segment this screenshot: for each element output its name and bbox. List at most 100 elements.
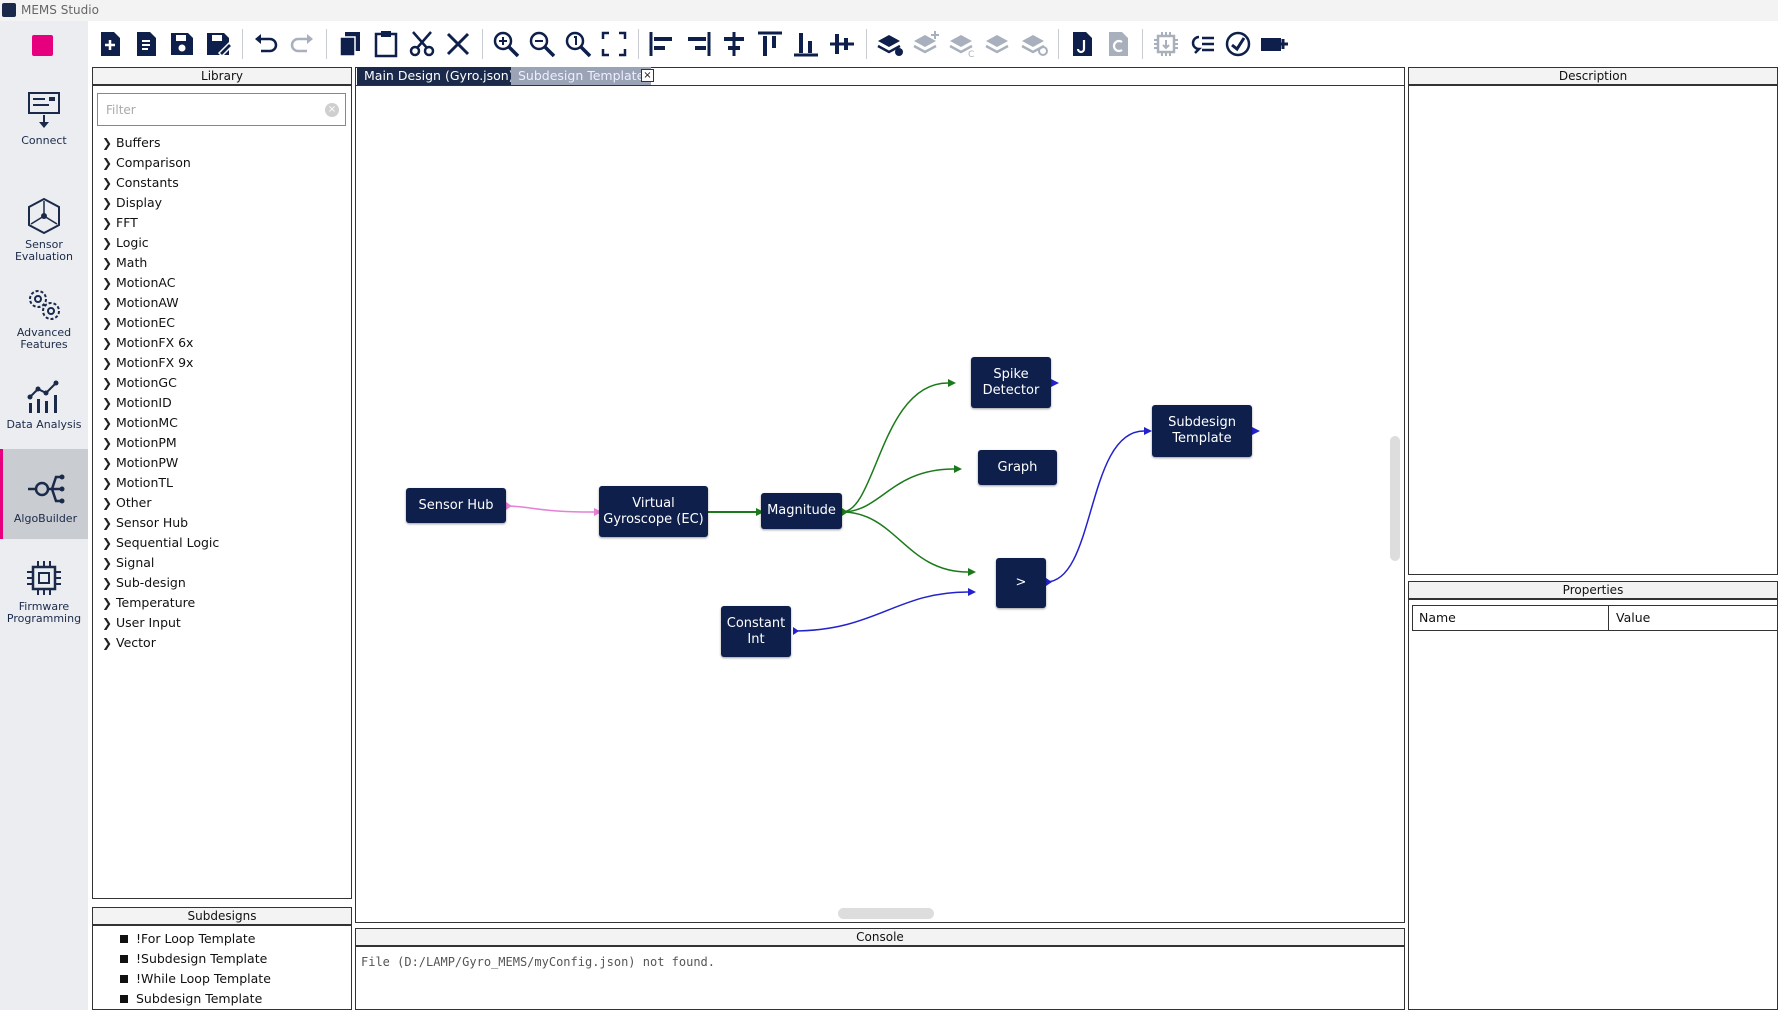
chevron-right-icon: ❯ bbox=[102, 136, 113, 150]
library-item-fft[interactable]: ❯ FFT bbox=[102, 214, 219, 234]
node-greater-than[interactable]: > bbox=[996, 558, 1046, 608]
node-constant-int[interactable]: Constant Int bbox=[721, 606, 791, 657]
align-right-button[interactable] bbox=[683, 29, 713, 59]
delete-button[interactable] bbox=[443, 29, 473, 59]
library-item-motionfx-9x[interactable]: ❯ MotionFX 9x bbox=[102, 354, 219, 374]
tab-subdesign-template[interactable]: Subdesign Template bbox=[511, 67, 652, 85]
json-file-button[interactable] bbox=[1067, 29, 1097, 59]
new-design-button[interactable] bbox=[95, 29, 125, 59]
firmware-button[interactable] bbox=[1151, 29, 1181, 59]
design-canvas[interactable]: Sensor Hub Virtual Gyroscope (EC) Magnitu… bbox=[355, 85, 1405, 923]
align-center-h-button[interactable] bbox=[719, 29, 749, 59]
library-item-comparison[interactable]: ❯ Comparison bbox=[102, 154, 219, 174]
library-item-vector[interactable]: ❯ Vector bbox=[102, 634, 219, 654]
library-item-motionec[interactable]: ❯ MotionEC bbox=[102, 314, 219, 334]
new-file-button[interactable] bbox=[131, 29, 161, 59]
layers-add-button[interactable] bbox=[911, 29, 941, 59]
node-graph[interactable]: Graph bbox=[978, 450, 1057, 485]
library-item-buffers[interactable]: ❯ Buffers bbox=[102, 134, 219, 154]
library-item-motionfx-6x[interactable]: ❯ MotionFX 6x bbox=[102, 334, 219, 354]
properties-column-value[interactable]: Value bbox=[1610, 606, 1650, 630]
paste-button[interactable] bbox=[371, 29, 401, 59]
c-file-icon bbox=[1109, 32, 1128, 56]
cut-button[interactable] bbox=[407, 29, 437, 59]
align-left-button[interactable] bbox=[647, 29, 677, 59]
library-item-motionid[interactable]: ❯ MotionID bbox=[102, 394, 219, 414]
toolbar-separator bbox=[326, 29, 327, 59]
library-item-constants[interactable]: ❯ Constants bbox=[102, 174, 219, 194]
library-item-other[interactable]: ❯ Other bbox=[102, 494, 219, 514]
align-top-button[interactable] bbox=[755, 29, 785, 59]
library-item-sequential-logic[interactable]: ❯ Sequential Logic bbox=[102, 534, 219, 554]
add-device-button[interactable] bbox=[1259, 29, 1289, 59]
layers-c-button[interactable]: C bbox=[947, 29, 977, 60]
layers-build-button[interactable] bbox=[875, 29, 905, 59]
library-item-user-input[interactable]: ❯ User Input bbox=[102, 614, 219, 634]
nav-item-sensor-evaluation[interactable]: Sensor Evaluation bbox=[0, 173, 88, 265]
library-item-motionac[interactable]: ❯ MotionAC bbox=[102, 274, 219, 294]
library-item-logic[interactable]: ❯ Logic bbox=[102, 234, 219, 254]
subdesign-item[interactable]: !While Loop Template bbox=[120, 970, 271, 990]
layers-button[interactable] bbox=[983, 29, 1013, 59]
c-file-button[interactable] bbox=[1103, 29, 1133, 59]
node-magnitude[interactable]: Magnitude bbox=[761, 493, 842, 529]
node-subdesign-template[interactable]: Subdesign Template bbox=[1152, 405, 1252, 457]
run-button[interactable] bbox=[1223, 29, 1253, 59]
save-as-button[interactable] bbox=[203, 29, 234, 59]
nav-item-data-analysis[interactable]: Data Analysis bbox=[0, 357, 88, 449]
library-item-label: Buffers bbox=[116, 135, 161, 150]
library-item-motionaw[interactable]: ❯ MotionAW bbox=[102, 294, 219, 314]
chevron-right-icon: ❯ bbox=[102, 456, 113, 470]
library-item-motionpw[interactable]: ❯ MotionPW bbox=[102, 454, 219, 474]
library-item-display[interactable]: ❯ Display bbox=[102, 194, 219, 214]
redo-button[interactable] bbox=[287, 29, 317, 59]
library-filter-input[interactable]: Filter × bbox=[97, 93, 346, 126]
library-item-sensor-hub[interactable]: ❯ Sensor Hub bbox=[102, 514, 219, 534]
node-label: > bbox=[1015, 575, 1027, 590]
align-bottom-button[interactable] bbox=[791, 29, 821, 59]
library-item-label: Temperature bbox=[116, 595, 196, 610]
nav-item-algobuilder[interactable]: AlgoBuilder bbox=[0, 449, 88, 539]
node-virtual-gyroscope[interactable]: Virtual Gyroscope (EC) bbox=[599, 486, 708, 537]
subdesign-item[interactable]: !Subdesign Template bbox=[120, 950, 271, 970]
tab-close-icon[interactable]: × bbox=[641, 69, 654, 82]
nav-item-connect[interactable]: Connect bbox=[0, 83, 88, 173]
zoom-reset-button[interactable] bbox=[563, 29, 593, 59]
clear-filter-icon[interactable]: × bbox=[325, 103, 339, 117]
properties-header: Properties bbox=[1408, 581, 1778, 599]
canvas-vertical-scrollbar[interactable] bbox=[1390, 436, 1400, 561]
library-item-motiontl[interactable]: ❯ MotionTL bbox=[102, 474, 219, 494]
align-top-icon bbox=[758, 31, 782, 56]
subdesign-item[interactable]: Subdesign Template bbox=[120, 990, 271, 1010]
library-item-temperature[interactable]: ❯ Temperature bbox=[102, 594, 219, 614]
copy-button[interactable] bbox=[335, 29, 365, 59]
node-label: Detector bbox=[982, 382, 1040, 398]
zoom-in-button[interactable] bbox=[491, 29, 521, 59]
library-item-label: Math bbox=[116, 255, 148, 270]
tab-main-design[interactable]: Main Design (Gyro.json) bbox=[357, 67, 521, 85]
node-label: Spike bbox=[993, 366, 1029, 382]
zoom-out-button[interactable] bbox=[527, 29, 557, 59]
save-button[interactable] bbox=[167, 29, 197, 59]
layers-back-button[interactable] bbox=[1019, 29, 1049, 59]
nav-item-advanced-features[interactable]: Advanced Features bbox=[0, 265, 88, 357]
properties-column-name[interactable]: Name bbox=[1413, 606, 1609, 630]
library-item-math[interactable]: ❯ Math bbox=[102, 254, 219, 274]
library-item-motionpm[interactable]: ❯ MotionPM bbox=[102, 434, 219, 454]
node-sensor-hub[interactable]: Sensor Hub bbox=[406, 488, 506, 523]
library-item-motiongc[interactable]: ❯ MotionGC bbox=[102, 374, 219, 394]
delete-icon bbox=[446, 32, 470, 56]
library-item-motionmc[interactable]: ❯ MotionMC bbox=[102, 414, 219, 434]
nav-item-firmware-programming[interactable]: Firmware Programming bbox=[0, 539, 88, 631]
canvas-horizontal-scrollbar[interactable] bbox=[838, 908, 934, 919]
subdesign-item[interactable]: !For Loop Template bbox=[120, 930, 271, 950]
function-list-button[interactable] bbox=[1187, 29, 1217, 59]
library-item-sub-design[interactable]: ❯ Sub-design bbox=[102, 574, 219, 594]
library-item-signal[interactable]: ❯ Signal bbox=[102, 554, 219, 574]
node-spike-detector[interactable]: Spike Detector bbox=[971, 357, 1051, 408]
chevron-right-icon: ❯ bbox=[102, 636, 113, 650]
fit-screen-button[interactable] bbox=[599, 29, 629, 59]
align-center-v-button[interactable] bbox=[827, 29, 857, 59]
undo-button[interactable] bbox=[251, 29, 281, 59]
library-list: ❯ Buffers ❯ Comparison ❯ Constants ❯ Display ❯ FF… bbox=[102, 134, 219, 654]
